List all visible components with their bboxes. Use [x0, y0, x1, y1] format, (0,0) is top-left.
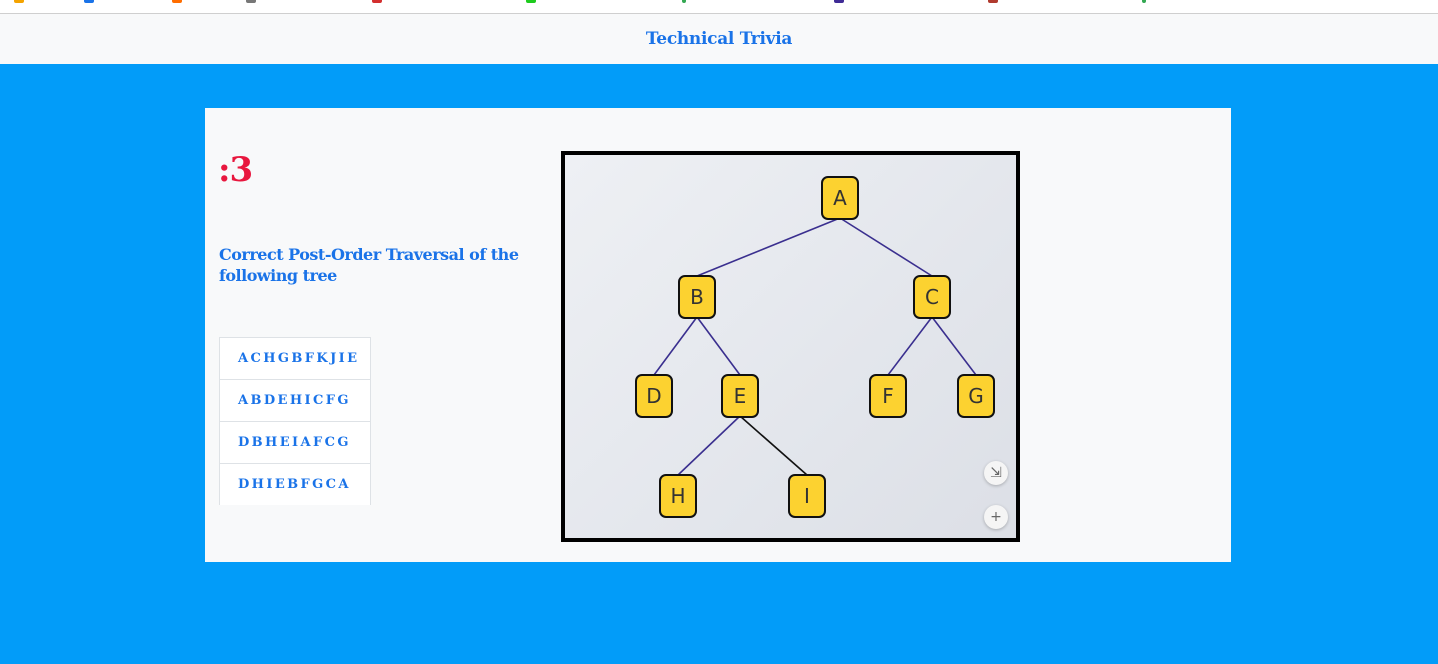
tree-node-label: F — [882, 384, 894, 408]
question-text: Correct Post-Order Traversal of the foll… — [219, 245, 519, 285]
tree-node-label: G — [968, 384, 984, 408]
tree-node-f: F — [869, 374, 907, 418]
tree-node-e: E — [721, 374, 759, 418]
answer-option-2[interactable]: ABDEHICFG — [219, 379, 371, 421]
tree-edge-c-g — [931, 316, 977, 376]
answer-options: ACHGBFKJIE ABDEHICFG DBHEIAFCG DHIEBFGCA — [219, 337, 371, 505]
answer-option-1[interactable]: ACHGBFKJIE — [219, 337, 371, 379]
brand-link[interactable]: Technical Trivia — [646, 29, 792, 49]
tree-node-c: C — [913, 275, 951, 319]
tree-edge-b-e — [696, 316, 741, 376]
tree-edge-b-d — [653, 316, 698, 376]
tree-edges — [653, 217, 977, 476]
tree-node-a: A — [821, 176, 859, 220]
bookmark-icon[interactable] — [246, 0, 256, 3]
bookmark-icon[interactable] — [526, 0, 536, 3]
tree-node-i: I — [788, 474, 826, 518]
tree-node-label: B — [690, 285, 704, 309]
bookmark-icon[interactable] — [834, 0, 844, 3]
countdown-timer: :3 — [218, 150, 253, 190]
tree-node-label: E — [734, 384, 747, 408]
bookmark-icon[interactable] — [682, 0, 686, 3]
tree-edge-a-c — [839, 217, 933, 277]
quiz-card: :3 Correct Post-Order Traversal of the f… — [205, 108, 1231, 562]
tree-node-g: G — [957, 374, 995, 418]
tree-node-d: D — [635, 374, 673, 418]
binary-tree-diagram: A B C D E F G H I — [635, 176, 995, 518]
bookmark-icon[interactable] — [84, 0, 94, 3]
tree-node-h: H — [659, 474, 697, 518]
tree-edge-a-b — [696, 217, 841, 277]
bookmark-icon[interactable] — [172, 0, 182, 3]
tree-node-label: I — [804, 484, 810, 508]
bookmark-icon[interactable] — [372, 0, 382, 3]
tree-node-label: H — [670, 484, 685, 508]
plus-icon[interactable]: + — [984, 505, 1008, 529]
tree-edge-e-i — [739, 415, 808, 476]
answer-option-3[interactable]: DBHEIAFCG — [219, 421, 371, 463]
bookmark-icon[interactable] — [14, 0, 24, 3]
bookmarks-bar — [0, 0, 1438, 14]
tree-edge-e-h — [677, 415, 741, 476]
answer-option-4[interactable]: DHIEBFGCA — [219, 463, 371, 505]
bookmark-icon[interactable] — [1142, 0, 1146, 3]
fit-screen-icon[interactable]: ⇲ — [984, 461, 1008, 485]
tree-node-b: B — [678, 275, 716, 319]
top-navbar: Technical Trivia — [0, 14, 1438, 64]
tree-edge-c-f — [887, 316, 933, 376]
tree-node-label: D — [646, 384, 661, 408]
tree-node-label: A — [833, 186, 847, 210]
bookmark-icon[interactable] — [988, 0, 998, 3]
tree-image: A B C D E F G H I ⇲ + — [561, 151, 1020, 542]
tree-node-label: C — [925, 285, 939, 309]
